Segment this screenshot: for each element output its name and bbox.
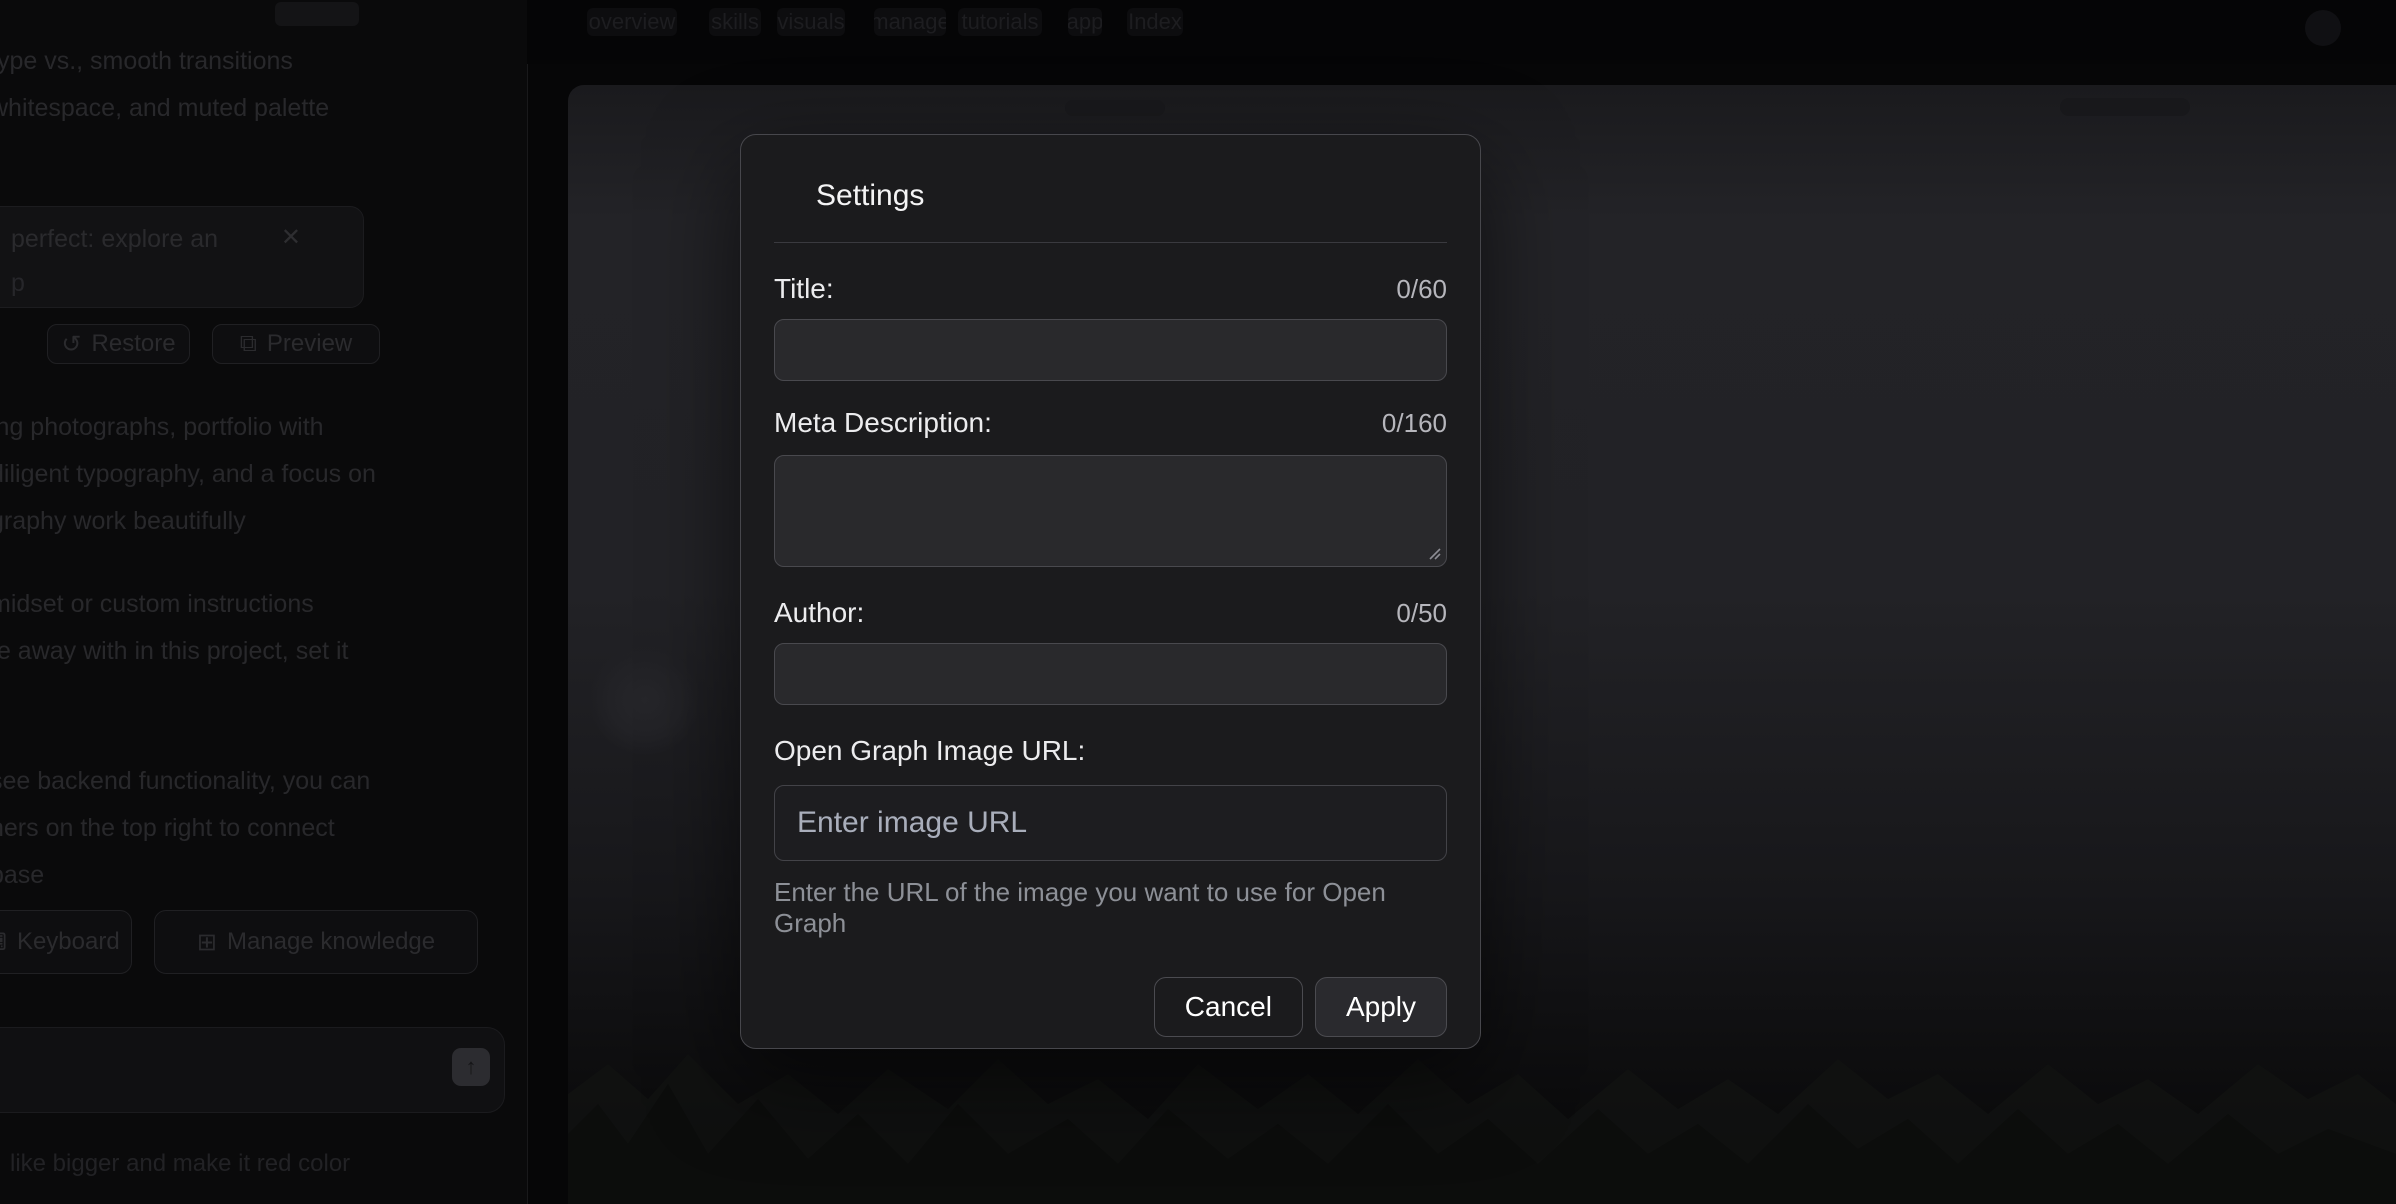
og-image-url-helper-text: Enter the URL of the image you want to u… — [774, 877, 1447, 939]
og-image-url-label: Open Graph Image URL: — [774, 735, 1085, 767]
modal-title: Settings — [816, 175, 1480, 217]
meta-description-textarea[interactable] — [774, 455, 1447, 567]
cancel-button[interactable]: Cancel — [1154, 977, 1303, 1037]
author-input[interactable] — [774, 643, 1447, 705]
og-image-url-input[interactable] — [774, 785, 1447, 861]
title-label: Title: — [774, 273, 834, 305]
apply-button[interactable]: Apply — [1315, 977, 1447, 1037]
settings-modal: Settings Title: 0/60 Meta Description: 0… — [740, 134, 1481, 1049]
author-label: Author: — [774, 597, 864, 629]
meta-description-char-counter: 0/160 — [1382, 408, 1447, 439]
author-char-counter: 0/50 — [1396, 598, 1447, 629]
resize-handle-icon[interactable] — [1426, 545, 1442, 561]
title-char-counter: 0/60 — [1396, 274, 1447, 305]
meta-description-label: Meta Description: — [774, 407, 992, 439]
title-input[interactable] — [774, 319, 1447, 381]
app-root: type vs., smooth transitions whitespace,… — [0, 0, 2396, 1204]
